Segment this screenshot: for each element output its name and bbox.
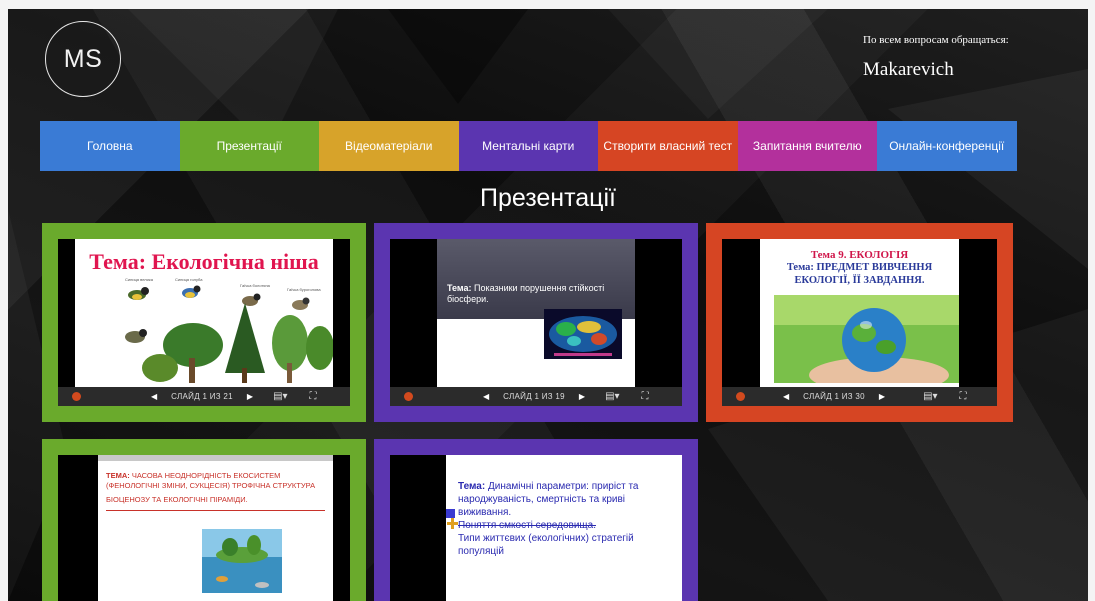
presentation-card[interactable]: Тема: Динамічні параметри: приріст та на… xyxy=(374,439,698,601)
page-title: Презентації xyxy=(479,184,616,212)
slide-counter: СЛАЙД 1 ИЗ 30 xyxy=(803,392,865,401)
slide-preview[interactable]: Тема: Динамічні параметри: приріст та на… xyxy=(446,455,682,601)
slide-line-1: Тема 9. ЕКОЛОГІЯ xyxy=(810,249,909,261)
page-background: MS По всем вопросам обращаться: Makarevi… xyxy=(8,9,1088,601)
birds-trees-illustration: Синиця велика Синиця голуба Гаїчка болот… xyxy=(125,277,333,383)
nav-item-create-test[interactable]: Створити власний тест xyxy=(598,121,738,171)
contact-label: По всем вопросам обращаться: xyxy=(863,34,1009,46)
powerpoint-icon[interactable] xyxy=(736,392,745,401)
notes-menu-icon[interactable]: ▤▾ xyxy=(923,391,937,402)
slide-topic-text: ЧАСОВА НЕОДНОРІДНІСТЬ ЕКОСИСТЕМ (ФЕНОЛОГ… xyxy=(106,471,316,490)
presentation-card[interactable]: Тема: Показники порушення стійкості біос… xyxy=(374,223,698,422)
next-slide-icon[interactable]: ▶ xyxy=(879,392,885,401)
contact-name: Makarevich xyxy=(863,59,954,80)
slide-topic-text: Показники порушення стійкості біосфери. xyxy=(447,283,605,304)
slideshow-toolbar: ◀ СЛАЙД 1 ИЗ 21 ▶ ▤▾ ⛶ xyxy=(58,387,350,406)
main-nav: Головна Презентації Відеоматеріали Мента… xyxy=(40,121,1017,171)
slide-rest-text: Типи життєвих (екологічних) стратегій по… xyxy=(458,533,634,557)
nav-item-home[interactable]: Головна xyxy=(40,121,180,171)
slide-preview[interactable]: Тема: Показники порушення стійкості біос… xyxy=(437,239,635,387)
slide-topic-label: Тема: xyxy=(447,283,472,293)
nav-item-ask-teacher[interactable]: Запитання вчителю xyxy=(737,121,877,171)
powerpoint-icon[interactable] xyxy=(72,392,81,401)
previous-slide-icon[interactable]: ◀ xyxy=(151,392,157,401)
previous-slide-icon[interactable]: ◀ xyxy=(783,392,789,401)
next-slide-icon[interactable]: ▶ xyxy=(247,392,253,401)
presentation-embed[interactable]: Тема: Екологічна ніша Синиця велика Сини… xyxy=(58,239,350,406)
bullet-square-icon xyxy=(446,509,455,518)
plus-marker-icon xyxy=(447,518,458,529)
svg-text:Синиця голуба: Синиця голуба xyxy=(175,277,203,282)
slide-strike-text: Поняття ємкості середовища. xyxy=(458,520,596,531)
slide-topic: ТЕМА: ЧАСОВА НЕОДНОРІДНІСТЬ ЕКОСИСТЕМ (Ф… xyxy=(98,461,333,491)
svg-text:Гаїчка болотяна: Гаїчка болотяна xyxy=(240,283,271,288)
powerpoint-icon[interactable] xyxy=(404,392,413,401)
notes-menu-icon[interactable]: ▤▾ xyxy=(605,391,619,402)
slideshow-toolbar: ◀ СЛАЙД 1 ИЗ 30 ▶ ▤▾ ⛶ xyxy=(722,387,997,406)
logo-text: MS xyxy=(63,44,103,73)
nav-item-presentations[interactable]: Презентації xyxy=(179,121,319,171)
nav-item-mind-maps[interactable]: Ментальні карти xyxy=(458,121,598,171)
slide-topic-label: Тема: xyxy=(458,481,486,492)
slide-preview[interactable]: Тема: Екологічна ніша Синиця велика Сини… xyxy=(75,239,333,387)
earth-in-hands-image xyxy=(774,295,959,383)
slide-subtitle: БІОЦЕНОЗУ ТА ЕКОЛОГІЧНІ ПІРАМІДИ. xyxy=(106,495,248,504)
presentation-card[interactable]: Тема 9. ЕКОЛОГІЯ Тема: ПРЕДМЕТ ВИВЧЕННЯ … xyxy=(706,223,1013,422)
presentation-card[interactable]: ТЕМА: ЧАСОВА НЕОДНОРІДНІСТЬ ЕКОСИСТЕМ (Ф… xyxy=(42,439,366,601)
presentation-embed[interactable]: Тема: Динамічні параметри: приріст та на… xyxy=(390,455,682,601)
slide-title: Тема: Екологічна ніша xyxy=(89,249,319,274)
notes-menu-icon[interactable]: ▤▾ xyxy=(273,391,287,402)
slide-preview[interactable]: Тема 9. ЕКОЛОГІЯ Тема: ПРЕДМЕТ ВИВЧЕННЯ … xyxy=(760,239,959,387)
slide-counter: СЛАЙД 1 ИЗ 21 xyxy=(171,392,233,401)
world-map-image xyxy=(544,309,622,359)
next-slide-icon[interactable]: ▶ xyxy=(579,392,585,401)
lake-ecosystem-image xyxy=(202,529,282,593)
fullscreen-icon[interactable]: ⛶ xyxy=(960,391,967,402)
site-logo[interactable]: MS xyxy=(45,21,121,97)
bird-label: Синиця велика xyxy=(125,277,154,282)
presentation-embed[interactable]: ТЕМА: ЧАСОВА НЕОДНОРІДНІСТЬ ЕКОСИСТЕМ (Ф… xyxy=(58,455,350,601)
previous-slide-icon[interactable]: ◀ xyxy=(483,392,489,401)
slide-header-band xyxy=(437,239,635,319)
slide-divider xyxy=(106,510,325,511)
fullscreen-icon[interactable]: ⛶ xyxy=(642,391,649,402)
nav-item-online-conferences[interactable]: Онлайн-конференції xyxy=(877,121,1017,171)
presentation-embed[interactable]: Тема 9. ЕКОЛОГІЯ Тема: ПРЕДМЕТ ВИВЧЕННЯ … xyxy=(722,239,997,406)
presentation-embed[interactable]: Тема: Показники порушення стійкості біос… xyxy=(390,239,682,406)
presentation-card[interactable]: Тема: Екологічна ніша Синиця велика Сини… xyxy=(42,223,366,422)
slide-preview[interactable]: ТЕМА: ЧАСОВА НЕОДНОРІДНІСТЬ ЕКОСИСТЕМ (Ф… xyxy=(98,455,333,601)
slide-topic: Тема: Показники порушення стійкості біос… xyxy=(447,283,607,305)
fullscreen-icon[interactable]: ⛶ xyxy=(310,391,317,402)
slide-topic-label: ТЕМА: xyxy=(106,471,130,480)
slideshow-toolbar: ◀ СЛАЙД 1 ИЗ 19 ▶ ▤▾ ⛶ xyxy=(390,387,682,406)
slide-topic: Тема: Динамічні параметри: приріст та на… xyxy=(446,455,682,558)
svg-text:Гаїчка буроголова: Гаїчка буроголова xyxy=(287,287,321,292)
slide-topic-text: Динамічні параметри: приріст та народжув… xyxy=(458,481,639,518)
slide-counter: СЛАЙД 1 ИЗ 19 xyxy=(503,392,565,401)
nav-item-videos[interactable]: Відеоматеріали xyxy=(319,121,459,171)
slide-line-2: Тема: ПРЕДМЕТ ВИВЧЕННЯ ЕКОЛОГІЇ, ЇЇ ЗАВД… xyxy=(786,262,933,286)
contact-block: По всем вопросам обращаться: Makarevich xyxy=(863,34,1009,81)
